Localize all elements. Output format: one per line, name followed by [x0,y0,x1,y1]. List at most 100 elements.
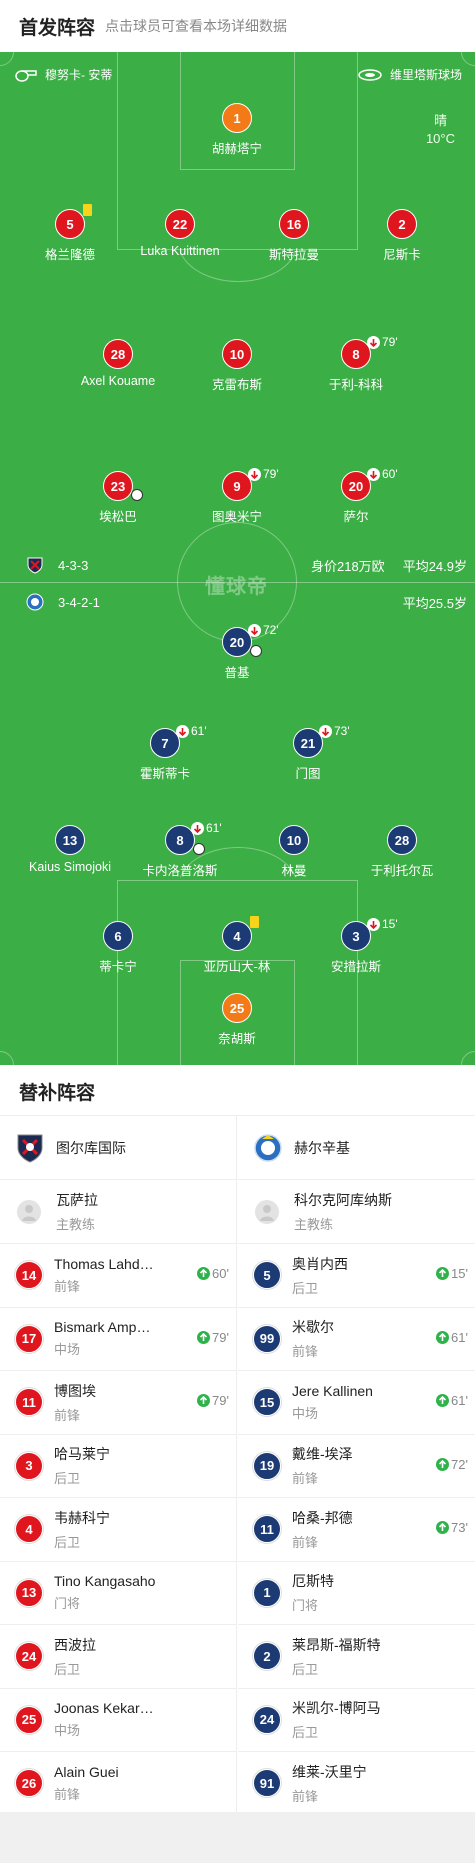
substitute-number-badge: 26 [15,1769,43,1798]
substitute-number-badge: 91 [253,1769,281,1798]
substitute-position: 后卫 [292,1280,319,1296]
substitute-row[interactable]: 25 Joonas Kekar… 中场 [0,1689,236,1752]
player-name: Luka Kuittinen [140,244,220,258]
substitution-minute: 61' [191,724,207,738]
away-player[interactable]: 20 普基 72' [172,623,302,681]
player-name: 亚历山大-林 [203,960,271,974]
substitute-name: 厄斯特 [292,1573,334,1590]
home-player[interactable]: 9 图奥米宁 79' [172,467,302,525]
substitute-position: 门将 [54,1596,81,1612]
substitute-number-badge: 13 [15,1578,43,1607]
substitute-name: Jere Kallinen [292,1382,373,1399]
away-player[interactable]: 7 霍斯蒂卡 61' [100,724,230,782]
away-player[interactable]: 6 蒂卡宁 [53,921,183,975]
substitute-row[interactable]: 24 米凯尔-博阿马 后卫 [238,1689,475,1752]
stadium-icon [358,68,382,81]
away-player[interactable]: 21 门图 73' [243,724,373,782]
away-player[interactable]: 4 亚历山大-林 [172,916,302,975]
player-number-badge: 2 [387,209,417,239]
away-player[interactable]: 8 卡内洛普洛斯 61' [115,821,245,879]
away-coach-row[interactable]: 科尔克阿库纳斯 主教练 [238,1180,475,1244]
substitution-minute: 60' [382,467,398,481]
substitute-number-badge: 2 [253,1642,281,1671]
home-coach-row[interactable]: 瓦萨拉 主教练 [0,1180,236,1244]
home-player[interactable]: 2 尼斯卡 [337,209,467,263]
page-bottom-background [0,1812,475,1863]
substitute-position: 中场 [54,1342,81,1358]
substitute-position: 前锋 [54,1278,81,1294]
substitution-minute: 15' [382,917,398,931]
substitute-row[interactable]: 5 奥肖内西 后卫 15' [238,1244,475,1308]
substitute-row[interactable]: 13 Tino Kangasaho 门将 [0,1562,236,1625]
substitute-row[interactable]: 91 维莱-沃里宁 前锋 [238,1752,475,1816]
player-name: 普基 [224,666,250,680]
substitute-position: 前锋 [292,1534,319,1550]
substitute-row[interactable]: 2 莱昂斯-福斯特 后卫 [238,1625,475,1689]
substitute-row[interactable]: 17 Bismark Amp… 中场 79' [0,1308,236,1371]
substitute-info: 奥肖内西 后卫 [292,1254,407,1297]
lineup-hint: 点击球员可查看本场详细数据 [105,18,288,34]
substitute-row[interactable]: 24 西波拉 后卫 [0,1625,236,1689]
player-name: 埃松巴 [99,510,137,524]
substitute-info: 厄斯特 门将 [292,1571,407,1614]
substitute-number-badge: 5 [253,1261,281,1290]
substitute-number-badge: 11 [253,1515,281,1544]
sub-in-icon [197,1267,211,1280]
home-coach-role: 主教练 [56,1217,96,1232]
yellow-card-icon [83,204,92,216]
substitute-row[interactable]: 14 Thomas Lahd… 前锋 60' [0,1244,236,1308]
substitution-marker: 79' [248,467,279,481]
substitute-row[interactable]: 15 Jere Kallinen 中场 61' [238,1371,475,1435]
sub-in-minute: 73' [451,1520,468,1535]
substitute-name: Alain Guei [54,1763,119,1780]
goal-ball-icon [193,843,205,855]
sub-in-minute: 79' [212,1393,229,1408]
substitute-row[interactable]: 19 戴维-埃泽 前锋 72' [238,1435,475,1498]
substitution-minute: 72' [263,623,279,637]
home-coach-name: 瓦萨拉 [56,1192,98,1208]
away-team-name: 赫尔辛基 [294,1139,350,1156]
home-player[interactable]: 28 Axel Kouame [53,339,183,388]
away-team-logo-icon [254,1133,282,1162]
player-name: 萨尔 [343,510,369,524]
home-player[interactable]: 8 于利-科科 79' [291,335,421,393]
home-player[interactable]: 20 萨尔 60' [291,467,421,525]
sub-out-icon [367,467,380,481]
goal-ball-icon [250,645,262,657]
home-player[interactable]: 10 克雷布斯 [172,339,302,393]
substitute-info: Tino Kangasaho 门将 [54,1573,169,1612]
away-team-row[interactable]: 赫尔辛基 [238,1116,475,1180]
home-player[interactable]: 23 埃松巴 [53,471,183,525]
player-number-badge: 10 [222,339,252,369]
sub-in-minute: 61' [451,1393,468,1408]
sub-in-icon [436,1521,450,1534]
away-player[interactable]: 28 于利托尔瓦 [337,825,467,879]
away-player[interactable]: 25 奈胡斯 [172,993,302,1047]
away-player[interactable]: 3 安措拉斯 15' [291,917,421,975]
home-formation: 4-3-3 [58,557,89,573]
substitute-info: 西波拉 后卫 [54,1635,169,1678]
substitute-row[interactable]: 3 哈马莱宁 后卫 [0,1435,236,1498]
home-team-row[interactable]: 图尔库国际 [0,1116,236,1180]
weather-temperature: 10°C [425,131,455,146]
home-player[interactable]: 22 Luka Kuittinen [115,209,245,258]
sub-out-icon [319,724,332,738]
goal-ball-icon [131,489,143,501]
substitute-row[interactable]: 11 哈桑-邦德 前锋 73' [238,1498,475,1562]
substitute-number-badge: 19 [253,1451,281,1480]
home-player[interactable]: 1 胡赫塔宁 [172,103,302,157]
sub-out-icon [248,467,261,481]
substitute-row[interactable]: 11 博图埃 前锋 79' [0,1371,236,1435]
substitute-row[interactable]: 99 米歇尔 前锋 61' [238,1308,475,1371]
substitute-row[interactable]: 4 韦赫科宁 后卫 [0,1498,236,1562]
player-number-badge: 16 [279,209,309,239]
substitute-row[interactable]: 1 厄斯特 门将 [238,1562,475,1625]
sub-out-icon [248,623,261,637]
substitute-position: 前锋 [292,1344,319,1360]
coach-avatar-icon [17,1199,41,1224]
substitute-row[interactable]: 26 Alain Guei 前锋 [0,1752,236,1816]
whistle-icon [15,69,37,82]
substitute-info: 米歇尔 前锋 [292,1317,407,1360]
sub-in-icon [197,1394,211,1407]
substitution-marker: 73' [319,724,350,738]
